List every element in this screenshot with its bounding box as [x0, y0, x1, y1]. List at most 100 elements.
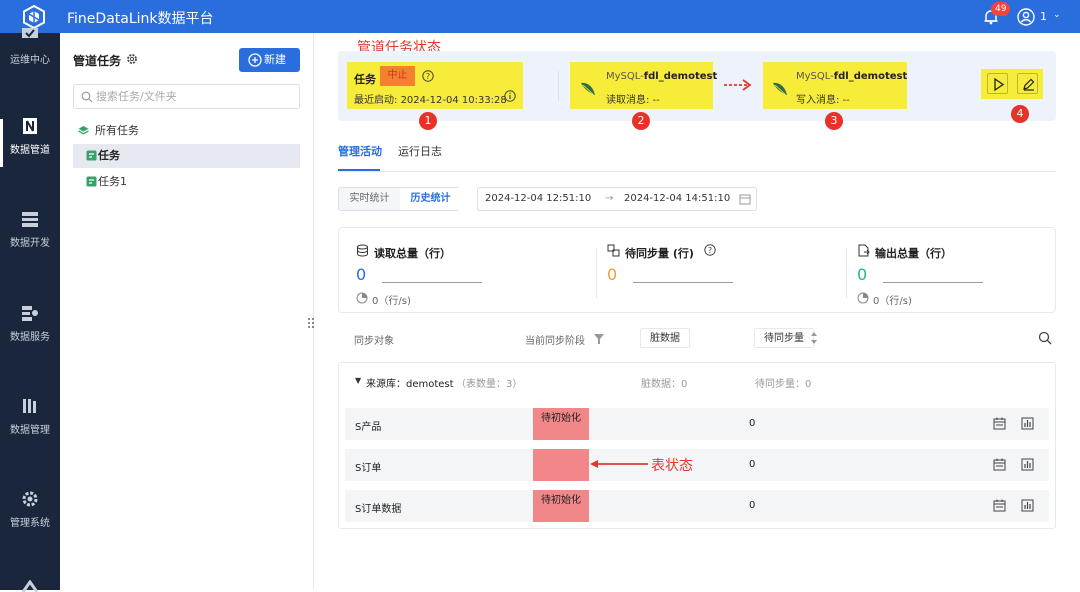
- calendar-icon[interactable]: [739, 193, 751, 205]
- mysql-source-icon: [581, 82, 595, 95]
- header-stage: 当前同步阶段: [525, 336, 585, 347]
- tree-root-all-tasks[interactable]: 所有任务: [78, 119, 298, 143]
- stat-title: 待同步量 (行): [625, 247, 694, 260]
- target-db-prefix: MySQL-: [796, 71, 834, 82]
- date-to[interactable]: 2024-12-04 14:51:10: [624, 193, 730, 204]
- recent-start-time: 2024-12-04 10:33:28: [400, 95, 507, 106]
- annotation-arrow-icon: [590, 460, 648, 468]
- manage-icon: [23, 399, 36, 413]
- tab-manage-activity[interactable]: 管理活动: [338, 143, 382, 159]
- tree-item-task1[interactable]: 任务1: [73, 170, 300, 194]
- annotation-number-3: 3: [825, 112, 843, 130]
- dirty-data-header-button[interactable]: 脏数据: [640, 328, 690, 348]
- recent-start: 最近启动: 2024-12-04 10:33:28: [354, 91, 507, 106]
- user-avatar-icon[interactable]: [1017, 8, 1035, 26]
- nav-item-label: 管理系统: [10, 518, 50, 529]
- calendar-icon[interactable]: [993, 499, 1006, 512]
- pending-count: 0: [749, 418, 756, 429]
- new-task-button[interactable]: 新建: [239, 48, 300, 72]
- status-badge: 中止: [380, 66, 415, 86]
- tab-divider: [338, 171, 1056, 172]
- nav-item-system[interactable]: 管理系统: [0, 490, 60, 529]
- info-icon[interactable]: [504, 90, 516, 102]
- stats-mode-toggle: 实时统计 历史统计: [338, 187, 461, 211]
- annotation-number-2: 2: [632, 112, 650, 130]
- date-from[interactable]: 2024-12-04 12:51:10: [485, 193, 591, 204]
- stage-badge: [533, 449, 589, 481]
- table-name: S订单数据: [355, 504, 402, 515]
- edit-icon: [1023, 78, 1035, 91]
- table-name: S产品: [355, 422, 382, 433]
- left-nav: 运维中心 数据管道 数据开发 数据服务 数据管理 管理系统: [0, 28, 60, 592]
- help-icon[interactable]: ?: [704, 244, 716, 256]
- sort-icon[interactable]: [810, 331, 818, 345]
- drag-handle-icon[interactable]: [307, 317, 315, 329]
- search-input[interactable]: [96, 85, 296, 108]
- speed-icon: [356, 292, 368, 304]
- active-tab-indicator: [338, 169, 380, 171]
- arrow-right-icon: →: [605, 193, 614, 204]
- search-icon[interactable]: [1038, 331, 1052, 345]
- pending-count: 0: [749, 459, 756, 470]
- pending-sync-header-button[interactable]: 待同步量: [754, 328, 814, 348]
- fdl-logo-icon: [23, 5, 45, 29]
- tab-run-log[interactable]: 运行日志: [398, 143, 442, 159]
- filter-icon[interactable]: [594, 334, 604, 344]
- table-row[interactable]: S订单数据 待初始化 0: [345, 490, 1049, 522]
- svg-text:?: ?: [708, 246, 712, 255]
- stat-output-total: 输出总量（行） 0 0（行/s): [857, 240, 1077, 310]
- nav-item-label: 数据管道: [10, 145, 50, 156]
- source-db-prefix: MySQL-: [606, 71, 644, 82]
- caret-down-icon[interactable]: ▼: [355, 376, 361, 385]
- bar-chart-icon[interactable]: [1021, 458, 1034, 471]
- edit-button[interactable]: [1017, 73, 1038, 94]
- stat-sparkline: [382, 282, 482, 283]
- stage-badge: 待初始化: [533, 490, 589, 522]
- task-search-box[interactable]: [73, 84, 300, 109]
- nav-item-pipeline[interactable]: 数据管道: [0, 117, 60, 156]
- calendar-icon[interactable]: [993, 417, 1006, 430]
- table-row[interactable]: S产品 待初始化 0: [345, 408, 1049, 440]
- date-range-picker[interactable]: 2024-12-04 12:51:10 → 2024-12-04 14:51:1…: [477, 187, 757, 211]
- gear-icon[interactable]: [126, 53, 138, 65]
- run-button[interactable]: [987, 73, 1008, 94]
- user-name[interactable]: 1: [1040, 10, 1047, 23]
- sync-icon: [607, 244, 620, 257]
- nav-item-manage[interactable]: 数据管理: [0, 397, 60, 436]
- source-group-row[interactable]: ▼ 来源库：demotest （表数量：3） 脏数据：0 待同步量：0: [339, 363, 1055, 399]
- new-button-label: 新建: [264, 53, 286, 66]
- stat-value: 0: [607, 265, 618, 284]
- bar-chart-icon[interactable]: [1021, 499, 1034, 512]
- speed-icon: [857, 292, 869, 304]
- stat-title: 输出总量（行）: [875, 247, 952, 260]
- nav-item-ops-center[interactable]: 运维中心: [0, 27, 60, 66]
- tree-item-task[interactable]: 任务: [73, 144, 300, 168]
- tree-item-label: 任务: [98, 149, 120, 162]
- database-icon: [357, 244, 368, 257]
- stat-sparkline: [883, 282, 983, 283]
- mysql-target-icon: [773, 82, 787, 95]
- annotation-table-status: 表状态: [651, 458, 693, 474]
- divider: [596, 248, 597, 298]
- calendar-icon[interactable]: [993, 458, 1006, 471]
- pipeline-icon: [23, 118, 37, 134]
- table-row[interactable]: S订单 0: [345, 449, 1049, 481]
- target-write-message: 写入消息: --: [796, 95, 850, 106]
- realtime-stats-option[interactable]: 实时统计: [339, 188, 400, 210]
- source-read-message: 读取消息: --: [606, 95, 660, 106]
- history-stats-option[interactable]: 历史统计: [400, 188, 461, 210]
- divider: [558, 71, 559, 101]
- group-dirty: 脏数据：0: [641, 379, 688, 390]
- annotation-number-4: 4: [1011, 105, 1029, 123]
- more-nav-icon[interactable]: [21, 580, 39, 592]
- sync-table: ▼ 来源库：demotest （表数量：3） 脏数据：0 待同步量：0 S产品 …: [338, 362, 1056, 529]
- notification-badge[interactable]: 49: [991, 2, 1011, 16]
- bar-chart-icon[interactable]: [1021, 417, 1034, 430]
- nav-item-label: 数据管理: [10, 425, 50, 436]
- nav-item-dev[interactable]: 数据开发: [0, 210, 60, 249]
- service-icon: [22, 306, 38, 321]
- chevron-down-icon[interactable]: ⌄: [1053, 10, 1061, 20]
- plus-circle-icon: [248, 53, 262, 67]
- nav-item-service[interactable]: 数据服务: [0, 304, 60, 343]
- help-icon[interactable]: ?: [422, 70, 434, 82]
